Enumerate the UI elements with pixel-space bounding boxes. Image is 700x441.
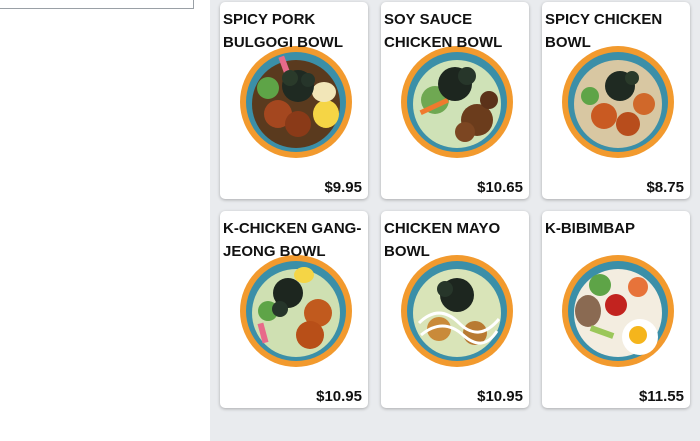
soy-chicken-bowl-icon [399,44,515,160]
menu-item-card[interactable]: SPICY CHICKEN BOWL $8.75 [542,2,690,199]
bibimbap-bowl-icon [560,253,676,369]
chicken-mayo-bowl-icon [399,253,515,369]
left-pane [0,0,210,441]
menu-item-card[interactable]: K-BIBIMBAP $11.55 [542,211,690,408]
spicy-chicken-bowl-icon [560,44,676,160]
search-field[interactable] [0,0,194,9]
menu-item-card[interactable]: SPICY PORK BULGOGI BOWL $9.95 [220,2,368,199]
menu-item-price: $11.55 [638,388,684,405]
menu-item-name: K-BIBIMBAP [545,220,635,237]
menu-item-name: K-CHICKEN GANG-JEONG BOWL [223,220,362,260]
menu-item-card[interactable]: K-CHICKEN GANG-JEONG BOWL $10.95 [220,211,368,408]
menu-item-name: SPICY CHICKEN BOWL [545,11,663,51]
menu-item-price: $10.95 [477,388,523,405]
menu-grid: SPICY PORK BULGOGI BOWL $9.95 SOY SAUCE … [210,0,700,441]
menu-item-name: SPICY PORK BULGOGI BOWL [223,11,343,51]
menu-item-card[interactable]: SOY SAUCE CHICKEN BOWL $10.65 [381,2,529,199]
menu-item-name: CHICKEN MAYO BOWL [384,220,501,260]
menu-item-price: $9.95 [324,179,362,196]
menu-item-price: $10.95 [316,388,362,405]
pork-bulgogi-bowl-icon [238,44,354,160]
menu-item-name: SOY SAUCE CHICKEN BOWL [384,11,503,51]
gang-jeong-bowl-icon [238,253,354,369]
menu-item-price: $10.65 [477,179,523,196]
menu-item-price: $8.75 [646,179,684,196]
menu-item-card[interactable]: CHICKEN MAYO BOWL $10.95 [381,211,529,408]
